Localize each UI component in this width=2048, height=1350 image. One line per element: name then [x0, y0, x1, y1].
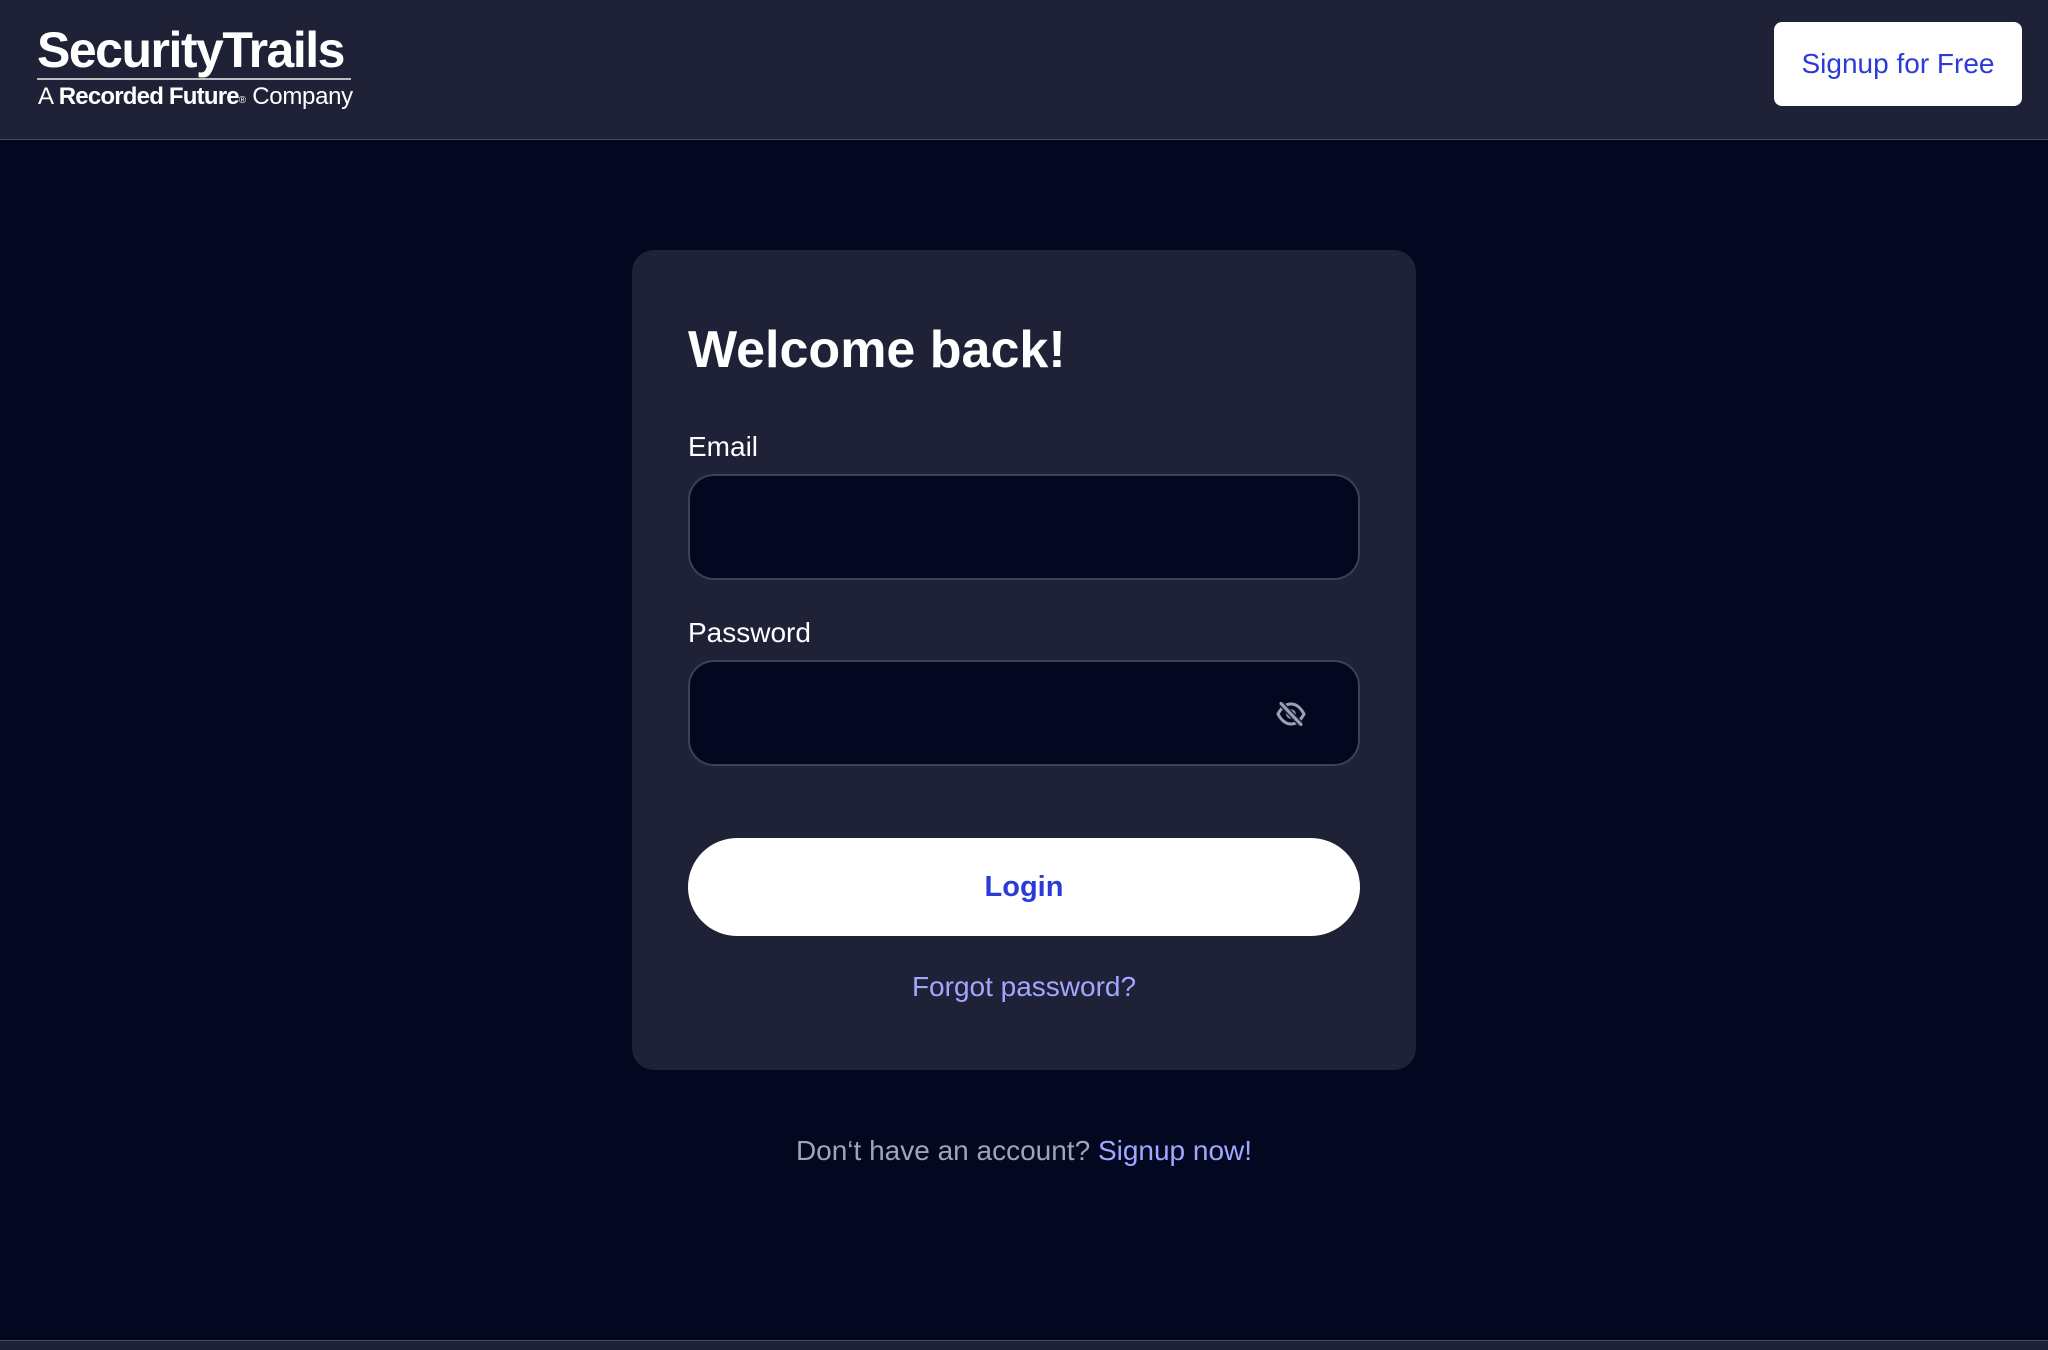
login-card: Welcome back! Email Password Login Forgo…: [632, 250, 1416, 1070]
signup-prompt: Don‘t have an account? Signup now!: [0, 1133, 2048, 1169]
logo-tagline: A Recorded Future® Company: [38, 82, 353, 112]
logo-divider: [37, 78, 351, 80]
eye-off-icon[interactable]: [1270, 696, 1312, 732]
securitytrails-logo[interactable]: SecurityTrails A Recorded Future® Compan…: [37, 22, 357, 112]
forgot-password-row: Forgot password?: [632, 970, 1416, 1004]
email-field[interactable]: [688, 474, 1360, 580]
registered-mark: ®: [238, 95, 246, 106]
password-label: Password: [688, 617, 811, 648]
logo-tagline-suffix: Company: [252, 83, 353, 110]
email-label: Email: [688, 431, 759, 462]
bottom-divider: [0, 1340, 2048, 1350]
forgot-password-link[interactable]: Forgot password?: [912, 971, 1136, 1002]
top-navigation-bar: SecurityTrails A Recorded Future® Compan…: [0, 0, 2048, 140]
logo-tagline-prefix: A: [38, 83, 53, 110]
login-button[interactable]: Login: [688, 838, 1360, 936]
signup-now-link[interactable]: Signup now!: [1098, 1135, 1252, 1166]
password-field[interactable]: [688, 660, 1360, 766]
eye-off-icon-graphic: [1276, 701, 1306, 727]
signup-for-free-button[interactable]: Signup for Free: [1774, 22, 2022, 106]
logo-wordmark: SecurityTrails: [37, 22, 345, 78]
logo-tagline-brand: Recorded Future: [58, 83, 240, 110]
page-title: Welcome back!: [688, 321, 1066, 379]
signup-prompt-text: Don‘t have an account?: [795, 1135, 1091, 1166]
